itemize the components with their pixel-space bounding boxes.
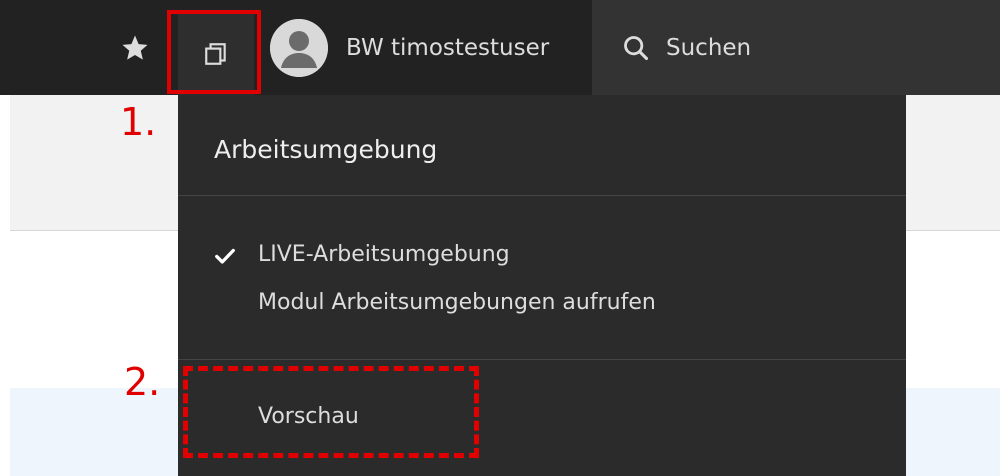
checkmark-icon: [214, 245, 236, 267]
bookmark-button[interactable]: [110, 18, 160, 78]
annotation-step1-label: 1.: [120, 100, 157, 144]
search-button[interactable]: Suchen: [592, 0, 1000, 95]
dropdown-divider: [178, 195, 906, 196]
annotation-step2-label: 2.: [124, 360, 161, 404]
top-toolbar: BW timostestuser Suchen: [0, 0, 1000, 95]
star-icon: [122, 35, 148, 60]
menu-item-open-workspaces-module[interactable]: Modul Arbeitsumgebungen aufrufen: [258, 290, 656, 315]
menu-item-live-workspace[interactable]: LIVE-Arbeitsumgebung: [258, 242, 510, 267]
search-label: Suchen: [666, 34, 752, 61]
user-menu[interactable]: BW timostestuser: [270, 18, 549, 78]
user-avatar-icon: [270, 19, 328, 77]
dropdown-header: Arbeitsumgebung: [214, 135, 438, 164]
annotation-box-step2: [183, 366, 479, 458]
annotation-box-step1: [167, 10, 261, 94]
user-name: BW timostestuser: [346, 35, 550, 61]
search-icon: [624, 35, 649, 60]
avatar: [270, 19, 328, 77]
dropdown-divider: [178, 359, 906, 360]
